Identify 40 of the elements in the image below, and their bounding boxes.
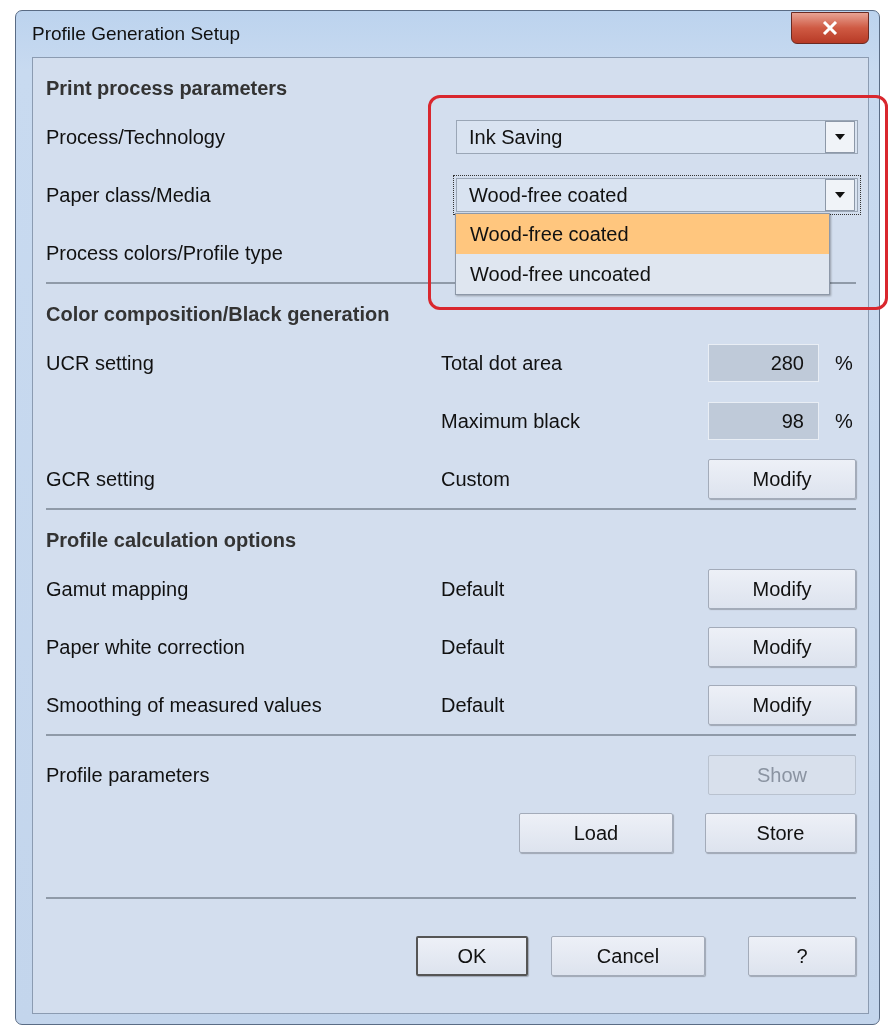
field-label: UCR setting: [46, 351, 155, 375]
section-heading: Color composition/Black generation: [46, 301, 391, 327]
field-caption: Maximum black: [441, 409, 581, 433]
caret-icon: [834, 133, 846, 141]
value-field[interactable]: 98: [708, 402, 819, 440]
window-title: Profile Generation Setup: [32, 23, 241, 45]
field-label: Smoothing of measured values: [46, 693, 323, 717]
setting-value: Default: [441, 635, 506, 659]
unit-label: %: [835, 409, 853, 433]
unit-label: %: [835, 351, 853, 375]
action-button[interactable]: Load: [519, 813, 673, 853]
modify-button[interactable]: Modify: [708, 459, 856, 499]
dropdown[interactable]: Wood-free coated: [456, 178, 858, 212]
modify-button[interactable]: Modify: [708, 627, 856, 667]
field-label: Gamut mapping: [46, 577, 190, 601]
field-label: Paper white correction: [46, 635, 246, 659]
setting-value: Default: [441, 577, 506, 601]
caret-icon: [834, 191, 846, 199]
dropdown-option[interactable]: Wood-free coated: [456, 214, 829, 254]
setting-value: Default: [441, 693, 506, 717]
value-field[interactable]: 280: [708, 344, 819, 382]
field-label: Process/Technology: [46, 125, 226, 149]
field-label: GCR setting: [46, 467, 156, 491]
field-label: Paper class/Media: [46, 183, 212, 207]
dialog-button[interactable]: ?: [748, 936, 856, 976]
close-icon: [822, 21, 838, 35]
close-button[interactable]: [791, 12, 869, 44]
dialog-button[interactable]: Cancel: [551, 936, 705, 976]
modify-button[interactable]: Modify: [708, 685, 856, 725]
field-caption: Total dot area: [441, 351, 564, 375]
modify-button[interactable]: Modify: [708, 569, 856, 609]
section-heading: Profile calculation options: [46, 527, 298, 553]
field-label: Process colors/Profile type: [46, 241, 284, 265]
dropdown[interactable]: Ink Saving: [456, 120, 858, 154]
action-button[interactable]: Store: [705, 813, 856, 853]
section-heading: Print process parameters: [46, 75, 289, 101]
setting-value: Custom: [441, 467, 511, 491]
field-label: Profile parameters: [46, 763, 211, 787]
dropdown-option[interactable]: Wood-free uncoated: [456, 254, 829, 294]
dialog-button[interactable]: OK: [416, 936, 528, 976]
